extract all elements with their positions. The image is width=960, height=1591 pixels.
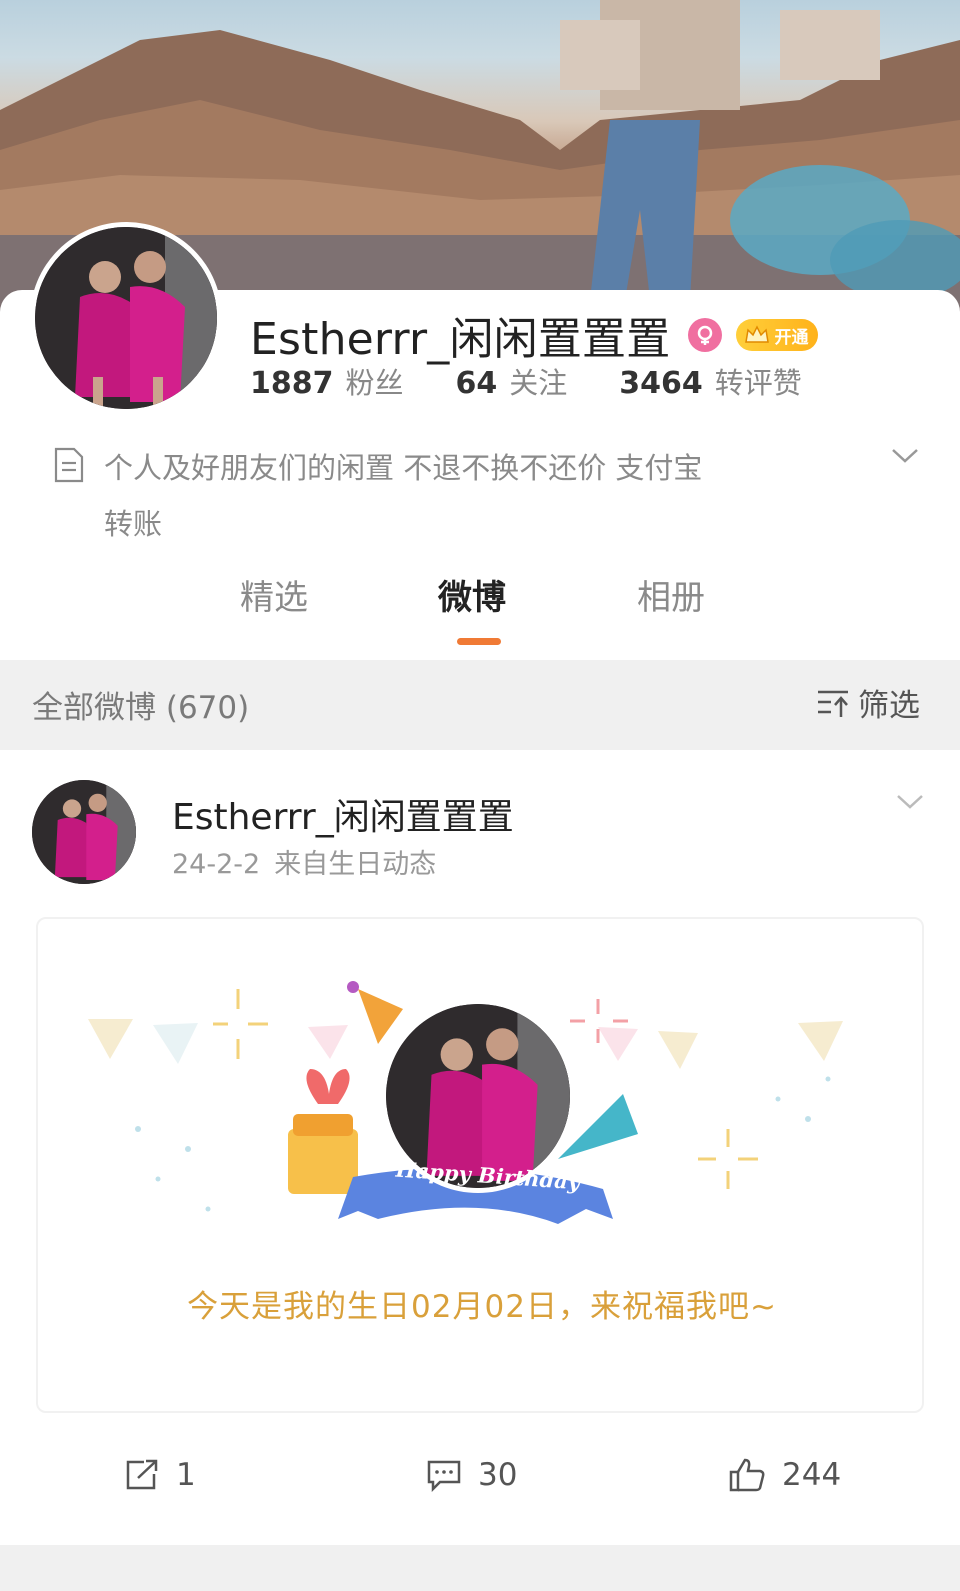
bio-text: 个人及好朋友们的闲置 不退不换不还价 支付宝 转账: [104, 440, 824, 552]
tab-album[interactable]: 相册: [637, 570, 705, 619]
repost-count: 1: [176, 1457, 196, 1493]
filter-button[interactable]: 筛选: [816, 680, 920, 725]
repost-button[interactable]: 1: [124, 1457, 196, 1493]
feed-separator: [0, 1545, 960, 1591]
crown-icon: [745, 325, 770, 343]
stat-following-count: 64: [455, 366, 498, 401]
birthday-message: 今天是我的生日02月02日，来祝福我吧~: [187, 1289, 777, 1325]
post-actions: 1 30 244: [0, 1447, 960, 1517]
stat-interactions[interactable]: 3464 转评赞: [619, 360, 802, 402]
document-icon: [54, 447, 84, 483]
post-author-name[interactable]: Estherrr_闲闲置置置: [172, 788, 514, 840]
profile-page: Estherrr_闲闲置置置 开通 1887 粉丝 64 关注 3464 转评赞: [0, 0, 960, 1591]
profile-name-row: Estherrr_闲闲置置置 开通: [250, 305, 819, 365]
like-icon: [729, 1458, 765, 1492]
stat-followers-label: 粉丝: [345, 366, 404, 400]
stat-followers[interactable]: 1887 粉丝: [250, 360, 404, 402]
post-count-label: 全部微博 (670): [32, 690, 250, 726]
stat-followers-count: 1887: [250, 366, 334, 401]
comment-button[interactable]: 30: [426, 1457, 517, 1493]
filter-bar: 全部微博 (670) 筛选: [0, 660, 960, 750]
stat-interactions-count: 3464: [619, 366, 703, 401]
chevron-down-icon[interactable]: [895, 792, 925, 812]
bio-line-2: 转账: [104, 507, 163, 541]
profile-stats: 1887 粉丝 64 关注 3464 转评赞: [250, 360, 854, 402]
chevron-down-icon[interactable]: [890, 446, 920, 466]
female-icon: [688, 318, 723, 352]
bio-line-1: 个人及好朋友们的闲置 不退不换不还价 支付宝: [104, 451, 703, 485]
stat-following-label: 关注: [509, 366, 568, 400]
post-meta: 24-2-2 来自生日动态: [172, 842, 436, 881]
like-count: 244: [782, 1457, 842, 1493]
post-author-avatar[interactable]: [32, 780, 136, 884]
vip-open-badge[interactable]: 开通: [736, 319, 819, 351]
post-date: 24-2-2: [172, 849, 261, 880]
stat-interactions-label: 转评赞: [714, 366, 802, 400]
tab-weibo[interactable]: 微博: [438, 570, 506, 619]
active-tab-indicator: [457, 638, 501, 645]
post-source: 来自生日动态: [274, 849, 437, 880]
comment-count: 30: [478, 1457, 518, 1493]
filter-icon: [818, 690, 848, 717]
stat-following[interactable]: 64 关注: [456, 360, 568, 402]
profile-tabs: 精选 微博 相册: [0, 570, 960, 655]
profile-name: Estherrr_闲闲置置置: [250, 314, 671, 365]
profile-avatar[interactable]: [30, 222, 222, 414]
tab-featured[interactable]: 精选: [240, 570, 308, 619]
like-button[interactable]: 244: [728, 1457, 841, 1493]
repost-icon: [126, 1459, 158, 1490]
birthday-card[interactable]: Happy Birthday 今天是我的生日02月02日，来祝福我吧~: [36, 917, 924, 1413]
post-card: Estherrr_闲闲置置置 24-2-2 来自生日动态 Happy Birth…: [0, 750, 960, 1545]
comment-icon: [427, 1460, 461, 1492]
filter-label: 筛选: [858, 688, 920, 724]
vip-label: 开通: [774, 327, 809, 348]
